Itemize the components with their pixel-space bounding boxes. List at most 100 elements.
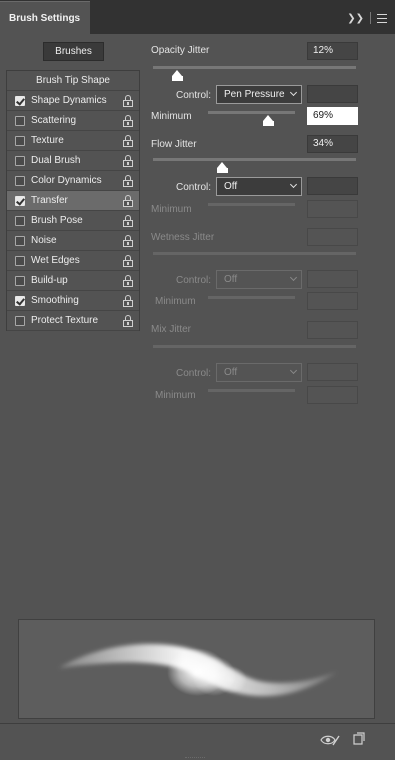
flow-jitter-thumb[interactable] [217, 162, 228, 173]
title-icons: ❯❯ [347, 12, 387, 24]
opacity-minimum-field[interactable]: 69% [307, 107, 358, 125]
unlocked-icon[interactable] [123, 275, 133, 287]
unlocked-icon[interactable] [123, 135, 133, 147]
option-label: Brush Pose [31, 215, 83, 226]
opacity-minimum-thumb[interactable] [263, 115, 274, 126]
flow-control-select[interactable]: Off [216, 177, 302, 196]
unlocked-icon[interactable] [123, 235, 133, 247]
chevron-down-icon [289, 88, 298, 97]
chevron-down-icon [289, 180, 298, 189]
resize-grip[interactable] [185, 757, 205, 759]
option-item[interactable]: Noise [7, 231, 139, 251]
option-label: Dual Brush [31, 155, 81, 166]
unlocked-icon[interactable] [123, 255, 133, 267]
option-item[interactable]: Shape Dynamics [7, 91, 139, 111]
option-item[interactable]: Protect Texture [7, 311, 139, 331]
option-checkbox[interactable] [15, 176, 25, 186]
option-checkbox[interactable] [15, 136, 25, 146]
mix-minimum-label: Minimum [155, 390, 196, 401]
wetness-jitter-label: Wetness Jitter [151, 232, 215, 243]
option-item[interactable]: Transfer [7, 191, 139, 211]
brush-stroke-preview [18, 619, 375, 719]
option-checkbox[interactable] [15, 196, 25, 206]
option-checkbox[interactable] [15, 116, 25, 126]
mix-jitter-field [307, 321, 358, 339]
flow-minimum-label: Minimum [151, 204, 192, 215]
wetness-control-select: Off [216, 270, 302, 289]
option-item[interactable]: Wet Edges [7, 251, 139, 271]
option-checkbox[interactable] [15, 96, 25, 106]
opacity-minimum-label: Minimum [151, 111, 192, 122]
option-item[interactable]: Dual Brush [7, 151, 139, 171]
wetness-minimum-slider [208, 296, 295, 299]
opacity-minimum-slider[interactable] [208, 111, 295, 126]
mix-control-extra-field [307, 363, 358, 381]
option-label: Shape Dynamics [31, 95, 107, 106]
brush-tip-shape-item[interactable]: Brush Tip Shape [7, 71, 139, 91]
mix-minimum-slider [208, 389, 295, 392]
option-item[interactable]: Color Dynamics [7, 171, 139, 191]
mix-control-select: Off [216, 363, 302, 382]
flow-control-value: Off [224, 181, 238, 192]
option-item[interactable]: Scattering [7, 111, 139, 131]
unlocked-icon[interactable] [123, 195, 133, 207]
option-checkbox[interactable] [15, 216, 25, 226]
option-item[interactable]: Texture [7, 131, 139, 151]
option-label: Color Dynamics [31, 175, 102, 186]
tab-brush-settings[interactable]: Brush Settings [0, 1, 90, 34]
panel-menu-icon[interactable] [377, 13, 387, 23]
flow-jitter-slider[interactable] [153, 158, 356, 173]
eye-pencil-icon[interactable] [320, 733, 340, 747]
option-label: Transfer [31, 195, 68, 206]
new-brush-preset-icon[interactable] [353, 732, 365, 746]
opacity-control-select[interactable]: Pen Pressure [216, 85, 302, 104]
unlocked-icon[interactable] [123, 95, 133, 107]
opacity-jitter-slider[interactable] [153, 66, 356, 81]
option-checkbox[interactable] [15, 256, 25, 266]
opacity-jitter-thumb[interactable] [172, 70, 183, 81]
option-label: Build-up [31, 275, 68, 286]
option-checkbox[interactable] [15, 276, 25, 286]
option-checkbox[interactable] [15, 156, 25, 166]
double-chevron-right-icon[interactable]: ❯❯ [347, 13, 364, 24]
option-item[interactable]: Smoothing [7, 291, 139, 311]
option-checkbox[interactable] [15, 316, 25, 326]
wetness-minimum-field [307, 292, 358, 310]
wetness-jitter-field [307, 228, 358, 246]
unlocked-icon[interactable] [123, 295, 133, 307]
option-checkbox[interactable] [15, 296, 25, 306]
flow-control-label: Control: [175, 182, 211, 193]
option-label: Protect Texture [31, 315, 99, 326]
option-label: Smoothing [31, 295, 79, 306]
wetness-minimum-label: Minimum [155, 296, 196, 307]
opacity-control-value: Pen Pressure [224, 89, 285, 100]
brushes-button[interactable]: Brushes [43, 42, 104, 61]
wetness-control-value: Off [224, 274, 238, 285]
option-label: Texture [31, 135, 64, 146]
unlocked-icon[interactable] [123, 175, 133, 187]
panel-titlebar: Brush Settings ❯❯ [0, 0, 395, 34]
option-item[interactable]: Build-up [7, 271, 139, 291]
option-label: Wet Edges [31, 255, 80, 266]
option-label: Scattering [31, 115, 77, 126]
panel-footer [0, 723, 395, 760]
mix-jitter-slider [153, 345, 356, 348]
flow-control-extra-field[interactable] [307, 177, 358, 195]
mix-minimum-field [307, 386, 358, 404]
unlocked-icon[interactable] [123, 155, 133, 167]
option-item[interactable]: Brush Pose [7, 211, 139, 231]
chevron-down-icon [289, 273, 298, 282]
mix-jitter-label: Mix Jitter [151, 324, 191, 335]
stroke-preview-image [59, 644, 337, 696]
flow-jitter-field[interactable]: 34% [307, 135, 358, 153]
unlocked-icon[interactable] [123, 215, 133, 227]
unlocked-icon[interactable] [123, 315, 133, 327]
unlocked-icon[interactable] [123, 115, 133, 127]
option-label: Noise [31, 235, 57, 246]
opacity-jitter-label: Opacity Jitter [151, 45, 210, 56]
opacity-control-extra-field[interactable] [307, 85, 358, 103]
opacity-jitter-field[interactable]: 12% [307, 42, 358, 60]
opacity-control-label: Control: [175, 90, 211, 101]
flow-minimum-field [307, 200, 358, 218]
option-checkbox[interactable] [15, 236, 25, 246]
